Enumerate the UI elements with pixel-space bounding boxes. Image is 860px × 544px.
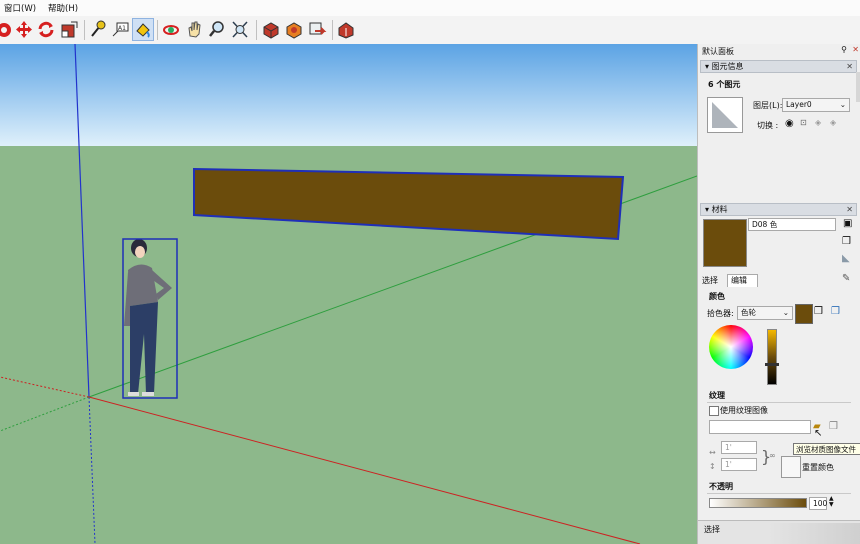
default-material-icon[interactable]: ◣: [842, 253, 850, 264]
scrollbar[interactable]: [856, 72, 860, 102]
sky: [0, 44, 697, 146]
menu-window[interactable]: 窗口(W): [4, 2, 36, 14]
share-model-icon[interactable]: [284, 19, 304, 40]
link-icon[interactable]: ∞: [769, 451, 776, 460]
menu-help[interactable]: 帮助(H): [48, 2, 78, 14]
zoom-extents-icon[interactable]: [230, 19, 250, 40]
entity-info-title: 图元信息: [711, 62, 744, 71]
texture-path-field[interactable]: [709, 420, 811, 434]
close-icon[interactable]: ✕: [852, 45, 859, 54]
opacity-field[interactable]: 100: [809, 497, 827, 510]
paint-bucket-icon[interactable]: [132, 18, 154, 41]
use-texture-checkbox[interactable]: [709, 406, 719, 416]
current-color-swatch: [795, 304, 813, 324]
material-swatch: [703, 219, 747, 267]
toggle-label: 切换 :: [757, 121, 779, 130]
bottom-select-tab[interactable]: 选择: [704, 524, 720, 535]
texture-width: 1': [725, 443, 732, 452]
browse-tooltip: 浏览材质图像文件: [793, 443, 860, 455]
picker-select[interactable]: 色轮 ⌄: [737, 306, 793, 320]
match-screen-color-icon[interactable]: ❒: [831, 306, 840, 317]
tape-measure-icon[interactable]: [87, 19, 107, 40]
picker-label: 拾色器:: [707, 309, 734, 318]
layer-label: 图层(L):: [753, 101, 783, 110]
picker-value: 色轮: [741, 308, 756, 317]
bottom-dock: 选择: [698, 520, 860, 544]
get-models-icon[interactable]: [261, 19, 281, 40]
zoom-icon[interactable]: [207, 19, 227, 40]
entity-thumbnail: [707, 97, 743, 133]
tab-select[interactable]: 选择: [702, 275, 724, 287]
entity-count: 6 个图元: [708, 80, 741, 89]
texture-width-field[interactable]: 1': [721, 441, 757, 454]
lock-icon[interactable]: ⊡: [800, 118, 807, 127]
layer-value: Layer0: [786, 100, 812, 109]
reset-color-swatch[interactable]: [781, 456, 801, 478]
orbit-icon[interactable]: [161, 19, 181, 40]
texture-heading: 纹理: [709, 391, 725, 400]
rotate-view-icon[interactable]: [0, 19, 14, 40]
scale-icon[interactable]: [59, 19, 79, 40]
mouse-cursor-icon: ↖: [814, 428, 823, 439]
spinner-icon[interactable]: ▲ ▼: [829, 496, 834, 508]
warehouse-icon[interactable]: [336, 19, 356, 40]
use-texture-label: 使用纹理图像: [720, 406, 768, 415]
menu-bar: 窗口(W) 帮助(H): [0, 0, 860, 16]
move-icon[interactable]: [14, 19, 34, 40]
brightness-slider[interactable]: [765, 329, 779, 385]
display-secondary-icon[interactable]: ▣: [843, 218, 852, 229]
opacity-value: 100: [813, 499, 828, 508]
chevron-down-icon: ⌄: [782, 308, 789, 317]
color-wheel[interactable]: [709, 325, 753, 369]
texture-height-field[interactable]: 1': [721, 458, 757, 471]
toolbar: A1: [0, 16, 860, 45]
layer-select[interactable]: Layer0 ⌄: [782, 98, 850, 112]
default-tray: 默认面板 ⚲ ✕ ▾ 图元信息 ✕ 6 个图元 图层(L): Layer0 ⌄ …: [697, 44, 860, 544]
opacity-slider[interactable]: [709, 498, 807, 508]
cast-shadow-icon[interactable]: ◈: [815, 118, 821, 127]
materials-title: 材料: [711, 205, 728, 214]
tray-title: 默认面板: [702, 47, 734, 56]
create-material-icon[interactable]: ❒: [842, 236, 851, 247]
width-arrow-icon: ↔: [709, 448, 716, 457]
text-icon[interactable]: A1: [110, 19, 130, 40]
pan-icon[interactable]: [184, 19, 204, 40]
pin-icon[interactable]: ⚲: [841, 45, 847, 54]
receive-shadow-icon[interactable]: ◈: [830, 118, 836, 127]
opacity-heading: 不透明: [709, 482, 733, 491]
eye-icon[interactable]: ◉: [785, 118, 794, 129]
model-viewport[interactable]: [0, 44, 697, 544]
sample-paint-icon[interactable]: ✎: [842, 273, 850, 284]
chevron-down-icon: ⌄: [839, 100, 846, 109]
height-arrow-icon: ↕: [709, 462, 716, 471]
svg-text:A1: A1: [118, 25, 126, 32]
match-model-color-icon[interactable]: ❒: [814, 306, 823, 317]
color-heading: 颜色: [709, 292, 725, 301]
close-icon[interactable]: ✕: [846, 61, 853, 72]
materials-header[interactable]: ▾ 材料 ✕: [700, 203, 857, 216]
edit-texture-icon[interactable]: ❒: [829, 421, 838, 432]
material-name: D08 色: [752, 220, 778, 229]
close-icon[interactable]: ✕: [846, 204, 853, 215]
texture-height: 1': [725, 460, 732, 469]
tab-edit[interactable]: 编辑: [727, 274, 758, 287]
entity-info-header[interactable]: ▾ 图元信息 ✕: [700, 60, 857, 73]
component-icon[interactable]: [307, 19, 327, 40]
material-name-field[interactable]: D08 色: [748, 218, 836, 231]
reset-color-label[interactable]: 重置颜色: [802, 462, 834, 473]
rotate-icon[interactable]: [36, 19, 56, 40]
